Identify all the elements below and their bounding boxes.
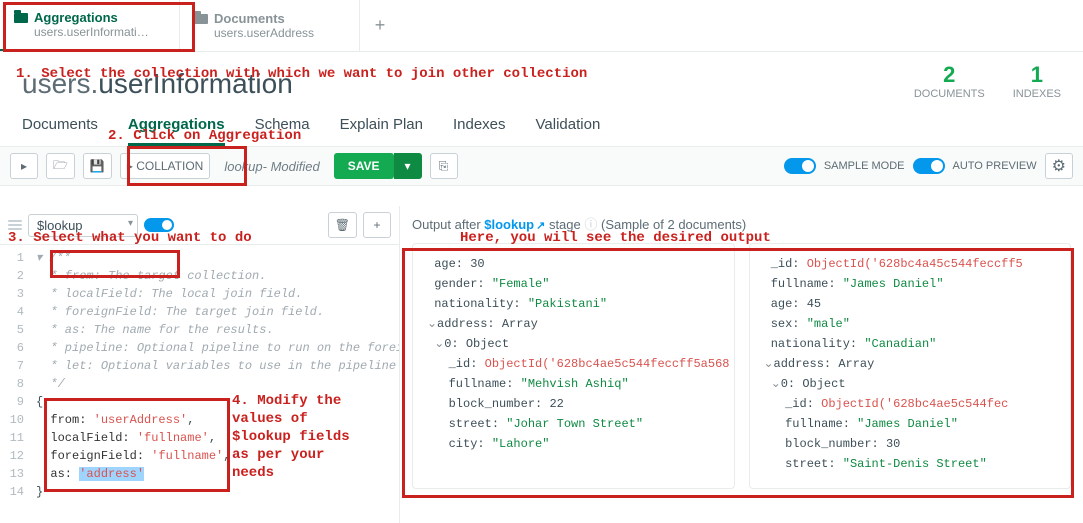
subtab-indexes[interactable]: Indexes (453, 116, 506, 146)
stage-enabled-toggle[interactable] (144, 218, 174, 232)
stage-editor-panel: $lookup 🗑 + 1234567891011121314 ▾ /** * … (0, 206, 400, 523)
export-button[interactable]: ⎘ (430, 153, 458, 179)
output-document[interactable]: _id: ObjectId('628bc4a45c544feccff5 full… (749, 243, 1072, 489)
pipeline-toolbar: ▸ 🗁 💾 ▸ COLLATION lookup- Modified SAVE … (0, 147, 1083, 186)
code-body[interactable]: ▾ /** * from: The target collection. * l… (30, 245, 399, 523)
subtab-explain-plan[interactable]: Explain Plan (340, 116, 423, 146)
delete-stage-button[interactable]: 🗑 (328, 212, 357, 238)
stage-header: $lookup 🗑 + (0, 206, 399, 245)
tab-documents-inactive[interactable]: Documents users.userAddress (180, 0, 360, 51)
settings-button[interactable]: ⚙ (1045, 153, 1073, 179)
tab-subtitle: users.userAddress (214, 26, 345, 40)
pipeline-work-area: $lookup 🗑 + 1234567891011121314 ▾ /** * … (0, 206, 1083, 523)
open-folder-button[interactable]: 🗁 (46, 153, 75, 179)
collection-stats: 2 DOCUMENTS 1 INDEXES (914, 62, 1061, 100)
add-stage-button[interactable]: + (363, 212, 391, 238)
output-documents: age: 30 gender: Female nationality: Paki… (412, 243, 1071, 489)
folder-icon (14, 13, 28, 23)
line-gutter: 1234567891011121314 (0, 245, 30, 523)
collection-subtabs: Documents Aggregations Schema Explain Pl… (0, 104, 1083, 147)
stage-operator-select[interactable]: $lookup (28, 214, 138, 237)
app-tabs: Aggregations users.userInformati… Docume… (0, 0, 1083, 52)
subtab-documents[interactable]: Documents (22, 116, 98, 146)
tab-subtitle: users.userInformati… (34, 25, 165, 39)
drag-handle-icon[interactable] (8, 220, 22, 230)
toggle-panel-button[interactable]: ▸ (10, 153, 38, 179)
sample-mode-toggle[interactable] (784, 158, 816, 174)
sample-mode-label: SAMPLE MODE (824, 160, 905, 172)
output-header: Output after $lookup stage ⓘ (Sample of … (412, 214, 1071, 233)
stat-documents: 2 DOCUMENTS (914, 62, 985, 100)
collection-title: users.userInformation (22, 68, 293, 100)
tab-title: Aggregations (34, 10, 118, 25)
subtab-aggregations[interactable]: Aggregations (128, 116, 225, 146)
output-operator[interactable]: $lookup (484, 217, 545, 232)
tab-title: Documents (214, 11, 285, 26)
subtab-schema[interactable]: Schema (255, 116, 310, 146)
folder-icon (194, 14, 208, 24)
auto-preview-label: AUTO PREVIEW (953, 160, 1037, 172)
stat-indexes: 1 INDEXES (1013, 62, 1061, 100)
output-document[interactable]: age: 30 gender: Female nationality: Paki… (412, 243, 735, 489)
output-panel: Output after $lookup stage ⓘ (Sample of … (400, 206, 1083, 523)
collation-button[interactable]: ▸ COLLATION (120, 153, 210, 179)
save-dropdown-button[interactable]: ▾ (394, 153, 422, 179)
tab-aggregations-active[interactable]: Aggregations users.userInformati… (0, 0, 180, 51)
auto-preview-toggle[interactable] (913, 158, 945, 174)
code-editor[interactable]: 1234567891011121314 ▾ /** * from: The ta… (0, 245, 399, 523)
save-disk-button[interactable]: 💾 (83, 153, 112, 179)
pipeline-name: lookup- Modified (218, 159, 325, 174)
add-tab-button[interactable]: + (360, 0, 400, 51)
subtab-validation[interactable]: Validation (536, 116, 601, 146)
collection-header: users.userInformation 2 DOCUMENTS 1 INDE… (0, 52, 1083, 104)
external-link-icon[interactable] (534, 217, 545, 232)
save-button[interactable]: SAVE (334, 153, 394, 179)
